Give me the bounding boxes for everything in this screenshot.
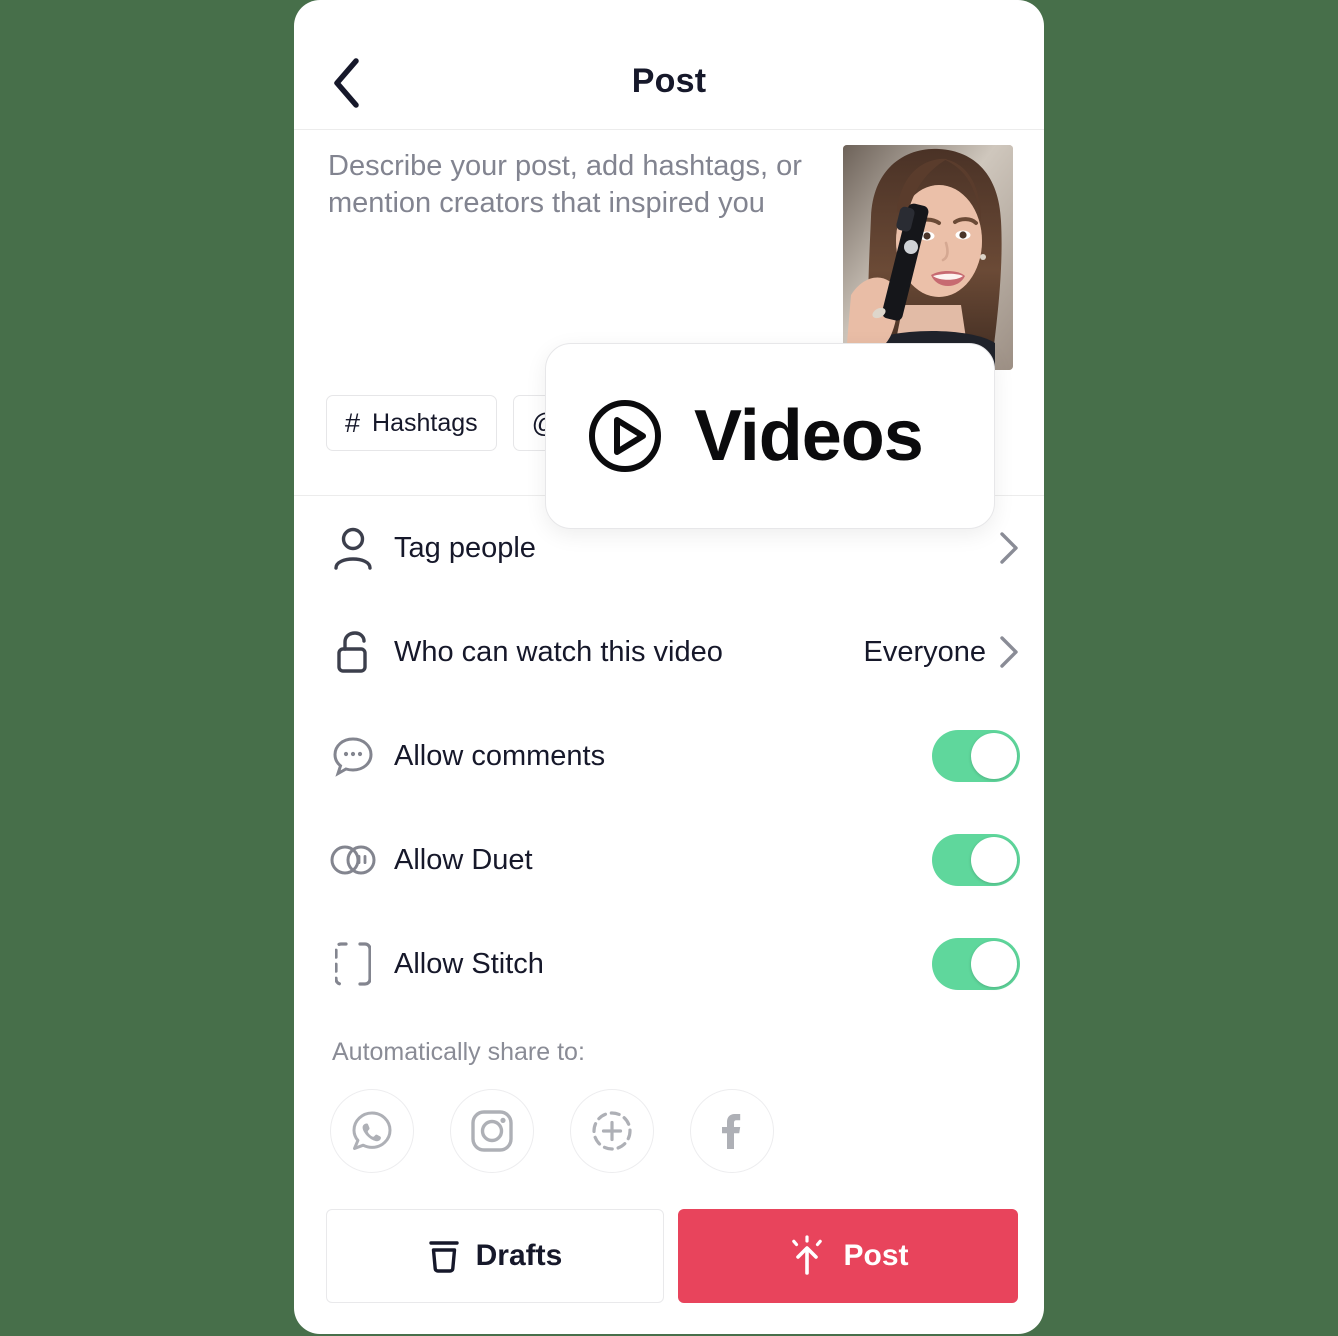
share-targets (330, 1089, 1044, 1173)
toggle-allow-duet[interactable] (932, 834, 1020, 886)
app-header: Post (294, 0, 1044, 130)
settings-list: Tag people Who can watch this video Ever… (294, 496, 1044, 1303)
drafts-button[interactable]: Drafts (326, 1209, 664, 1303)
post-button-label: Post (843, 1239, 909, 1272)
instagram-icon (471, 1110, 513, 1152)
description-input[interactable]: Describe your post, add hashtags, or men… (328, 148, 828, 222)
bottom-action-bar: Drafts Post (326, 1209, 1018, 1303)
setting-row-allow-stitch[interactable]: Allow Stitch (294, 912, 1044, 1016)
hashtags-pill-label: Hashtags (372, 408, 478, 437)
share-instagram-story-button[interactable] (570, 1089, 654, 1173)
share-instagram-button[interactable] (450, 1089, 534, 1173)
unlock-icon (326, 625, 380, 679)
page-title: Post (631, 62, 707, 100)
setting-row-allow-comments[interactable]: Allow comments (294, 704, 1044, 808)
post-upload-icon (792, 1235, 823, 1275)
drafts-box-icon (428, 1241, 459, 1273)
facebook-icon (722, 1114, 741, 1149)
share-whatsapp-button[interactable] (330, 1089, 414, 1173)
toggle-knob (971, 733, 1017, 779)
setting-label: Tag people (394, 531, 536, 564)
toggle-knob (971, 837, 1017, 883)
play-circle-icon (589, 400, 661, 472)
instagram-story-icon (592, 1111, 632, 1151)
videos-overlay-card[interactable]: Videos (545, 343, 995, 529)
hashtags-pill[interactable]: # Hashtags (326, 395, 497, 451)
share-section-label: Automatically share to: (332, 1038, 585, 1066)
setting-label: Allow Stitch (394, 947, 544, 980)
chevron-right-icon (1000, 636, 1018, 668)
screenshot-stage: Post Describe your post, add hashtags, o… (0, 0, 1338, 1336)
duet-icon (326, 833, 380, 887)
toggle-allow-stitch[interactable] (932, 938, 1020, 990)
chevron-right-icon (1000, 532, 1018, 564)
share-facebook-button[interactable] (690, 1089, 774, 1173)
phone-screen: Post Describe your post, add hashtags, o… (294, 0, 1044, 1334)
drafts-button-label: Drafts (475, 1239, 563, 1272)
hashtag-icon: # (345, 407, 361, 438)
stitch-icon (326, 937, 380, 991)
videos-overlay-label: Videos (694, 396, 924, 476)
privacy-value: Everyone (863, 635, 986, 668)
person-icon (326, 521, 380, 575)
setting-label: Who can watch this video (394, 635, 723, 668)
post-button[interactable]: Post (678, 1209, 1018, 1303)
comment-icon (326, 729, 380, 783)
setting-row-privacy[interactable]: Who can watch this video Everyone (294, 600, 1044, 704)
setting-label: Allow comments (394, 739, 606, 772)
toggle-knob (971, 941, 1017, 987)
setting-label: Allow Duet (394, 843, 533, 876)
video-thumbnail[interactable] (843, 145, 1013, 370)
setting-row-allow-duet[interactable]: Allow Duet (294, 808, 1044, 912)
toggle-allow-comments[interactable] (932, 730, 1020, 782)
whatsapp-icon (352, 1111, 392, 1150)
thumbnail-image (843, 145, 1013, 370)
